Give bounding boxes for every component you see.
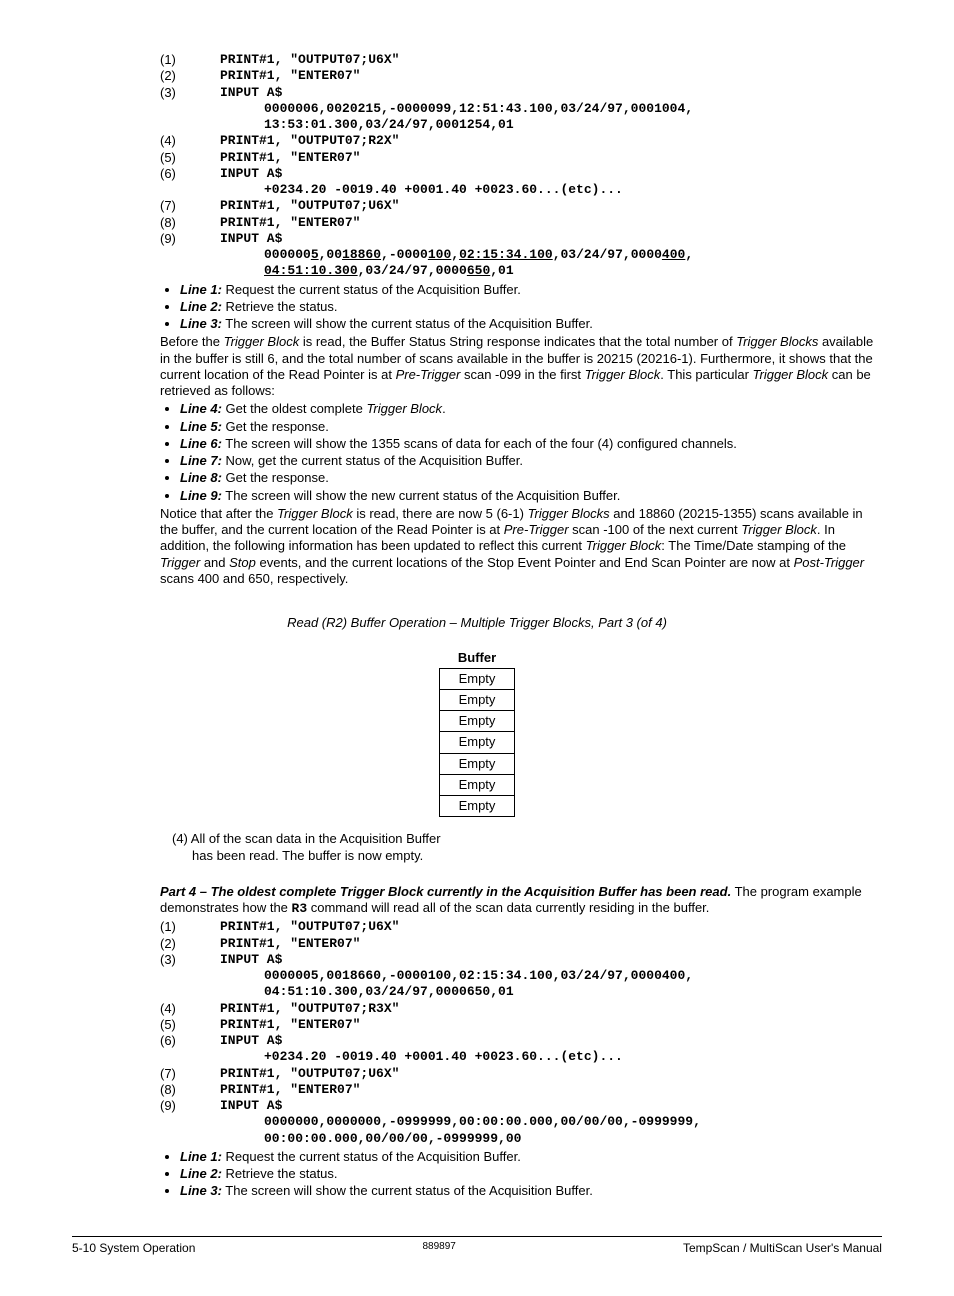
- buffer-cell: Empty: [440, 774, 514, 795]
- code: PRINT#1, "OUTPUT07;U6X": [220, 1066, 399, 1082]
- output: 0000000,0000000,-0999999,00:00:00.000,00…: [264, 1114, 882, 1130]
- code: INPUT A$: [220, 952, 282, 968]
- code: PRINT#1, "ENTER07": [220, 1017, 360, 1033]
- code-block-1: (1)PRINT#1, "OUTPUT07;U6X" (2)PRINT#1, "…: [72, 52, 882, 280]
- output: +0234.20 -0019.40 +0001.40 +0023.60...(e…: [264, 182, 882, 198]
- output: 0000006,0020215,-0000099,12:51:43.100,03…: [264, 101, 882, 117]
- buffer-cell: Empty: [440, 668, 514, 689]
- bullet: Line 3: The screen will show the current…: [180, 1183, 882, 1199]
- line-num: (2): [160, 68, 220, 84]
- code: PRINT#1, "ENTER07": [220, 1082, 360, 1098]
- code: INPUT A$: [220, 85, 282, 101]
- buffer-cell: Empty: [440, 732, 514, 753]
- code: PRINT#1, "ENTER07": [220, 936, 360, 952]
- bullet: Line 7: Now, get the current status of t…: [180, 453, 882, 469]
- code: INPUT A$: [220, 231, 282, 247]
- code: PRINT#1, "ENTER07": [220, 68, 360, 84]
- line-num: (5): [160, 1017, 220, 1033]
- line-num: (6): [160, 1033, 220, 1049]
- bullet: Line 8: Get the response.: [180, 470, 882, 486]
- code: PRINT#1, "OUTPUT07;U6X": [220, 919, 399, 935]
- paragraph-notice: Notice that after the Trigger Block is r…: [160, 506, 882, 587]
- line-num: (9): [160, 1098, 220, 1114]
- line-num: (4): [160, 1001, 220, 1017]
- buffer-table-wrap: Buffer Empty Empty Empty Empty Empty Emp…: [72, 649, 882, 817]
- line-num: (1): [160, 919, 220, 935]
- line-num: (6): [160, 166, 220, 182]
- line-num: (8): [160, 215, 220, 231]
- buffer-table: Buffer Empty Empty Empty Empty Empty Emp…: [439, 649, 514, 817]
- page-footer: 5-10 System Operation 889897 TempScan / …: [72, 1236, 882, 1256]
- code: PRINT#1, "ENTER07": [220, 215, 360, 231]
- bullet: Line 1: Request the current status of th…: [180, 1149, 882, 1165]
- line-num: (7): [160, 1066, 220, 1082]
- code-block-2: (1)PRINT#1, "OUTPUT07;U6X" (2)PRINT#1, "…: [72, 919, 882, 1147]
- bullet: Line 5: Get the response.: [180, 419, 882, 435]
- output: 0000005,0018660,-0000100,02:15:34.100,03…: [264, 968, 882, 984]
- figure-caption: Read (R2) Buffer Operation – Multiple Tr…: [72, 615, 882, 631]
- output: 00:00:00.000,00/00/00,-0999999,00: [264, 1131, 882, 1147]
- bullet: Line 2: Retrieve the status.: [180, 1166, 882, 1182]
- bullet: Line 6: The screen will show the 1355 sc…: [180, 436, 882, 452]
- buffer-cell: Empty: [440, 711, 514, 732]
- line-num: (3): [160, 85, 220, 101]
- part4-header: Part 4 – The oldest complete Trigger Blo…: [160, 884, 882, 918]
- bullet: Line 1: Request the current status of th…: [180, 282, 882, 298]
- bullet: Line 4: Get the oldest complete Trigger …: [180, 401, 882, 417]
- line-num: (7): [160, 198, 220, 214]
- line-num: (9): [160, 231, 220, 247]
- buffer-header: Buffer: [440, 649, 514, 668]
- footer-right: TempScan / MultiScan User's Manual: [683, 1241, 882, 1256]
- buffer-cell: Empty: [440, 796, 514, 817]
- code: PRINT#1, "OUTPUT07;U6X": [220, 52, 399, 68]
- line-num: (8): [160, 1082, 220, 1098]
- buffer-cell: Empty: [440, 753, 514, 774]
- code: PRINT#1, "OUTPUT07;R3X": [220, 1001, 399, 1017]
- code: INPUT A$: [220, 1098, 282, 1114]
- bullet-list-2: Line 4: Get the oldest complete Trigger …: [160, 401, 882, 504]
- bullet-list-1: Line 1: Request the current status of th…: [160, 282, 882, 333]
- line-num: (3): [160, 952, 220, 968]
- code: INPUT A$: [220, 166, 282, 182]
- output: 04:51:10.300,03/24/97,0000650,01: [264, 263, 882, 279]
- code: PRINT#1, "OUTPUT07;R2X": [220, 133, 399, 149]
- bullet-list-3: Line 1: Request the current status of th…: [160, 1149, 882, 1200]
- buffer-note: (4) All of the scan data in the Acquisit…: [172, 831, 882, 864]
- output: +0234.20 -0019.40 +0001.40 +0023.60...(e…: [264, 1049, 882, 1065]
- bullet: Line 9: The screen will show the new cur…: [180, 488, 882, 504]
- output: 13:53:01.300,03/24/97,0001254,01: [264, 117, 882, 133]
- line-num: (2): [160, 936, 220, 952]
- line-num: (1): [160, 52, 220, 68]
- buffer-cell: Empty: [440, 689, 514, 710]
- code: PRINT#1, "OUTPUT07;U6X": [220, 198, 399, 214]
- line-num: (4): [160, 133, 220, 149]
- code: INPUT A$: [220, 1033, 282, 1049]
- output: 0000005,0018860,-0000100,02:15:34.100,03…: [264, 247, 882, 263]
- paragraph-before: Before the Trigger Block is read, the Bu…: [160, 334, 882, 399]
- footer-left: 5-10 System Operation: [72, 1241, 195, 1256]
- bullet: Line 3: The screen will show the current…: [180, 316, 882, 332]
- code: PRINT#1, "ENTER07": [220, 150, 360, 166]
- output: 04:51:10.300,03/24/97,0000650,01: [264, 984, 882, 1000]
- footer-center: 889897: [422, 1241, 455, 1256]
- line-num: (5): [160, 150, 220, 166]
- bullet: Line 2: Retrieve the status.: [180, 299, 882, 315]
